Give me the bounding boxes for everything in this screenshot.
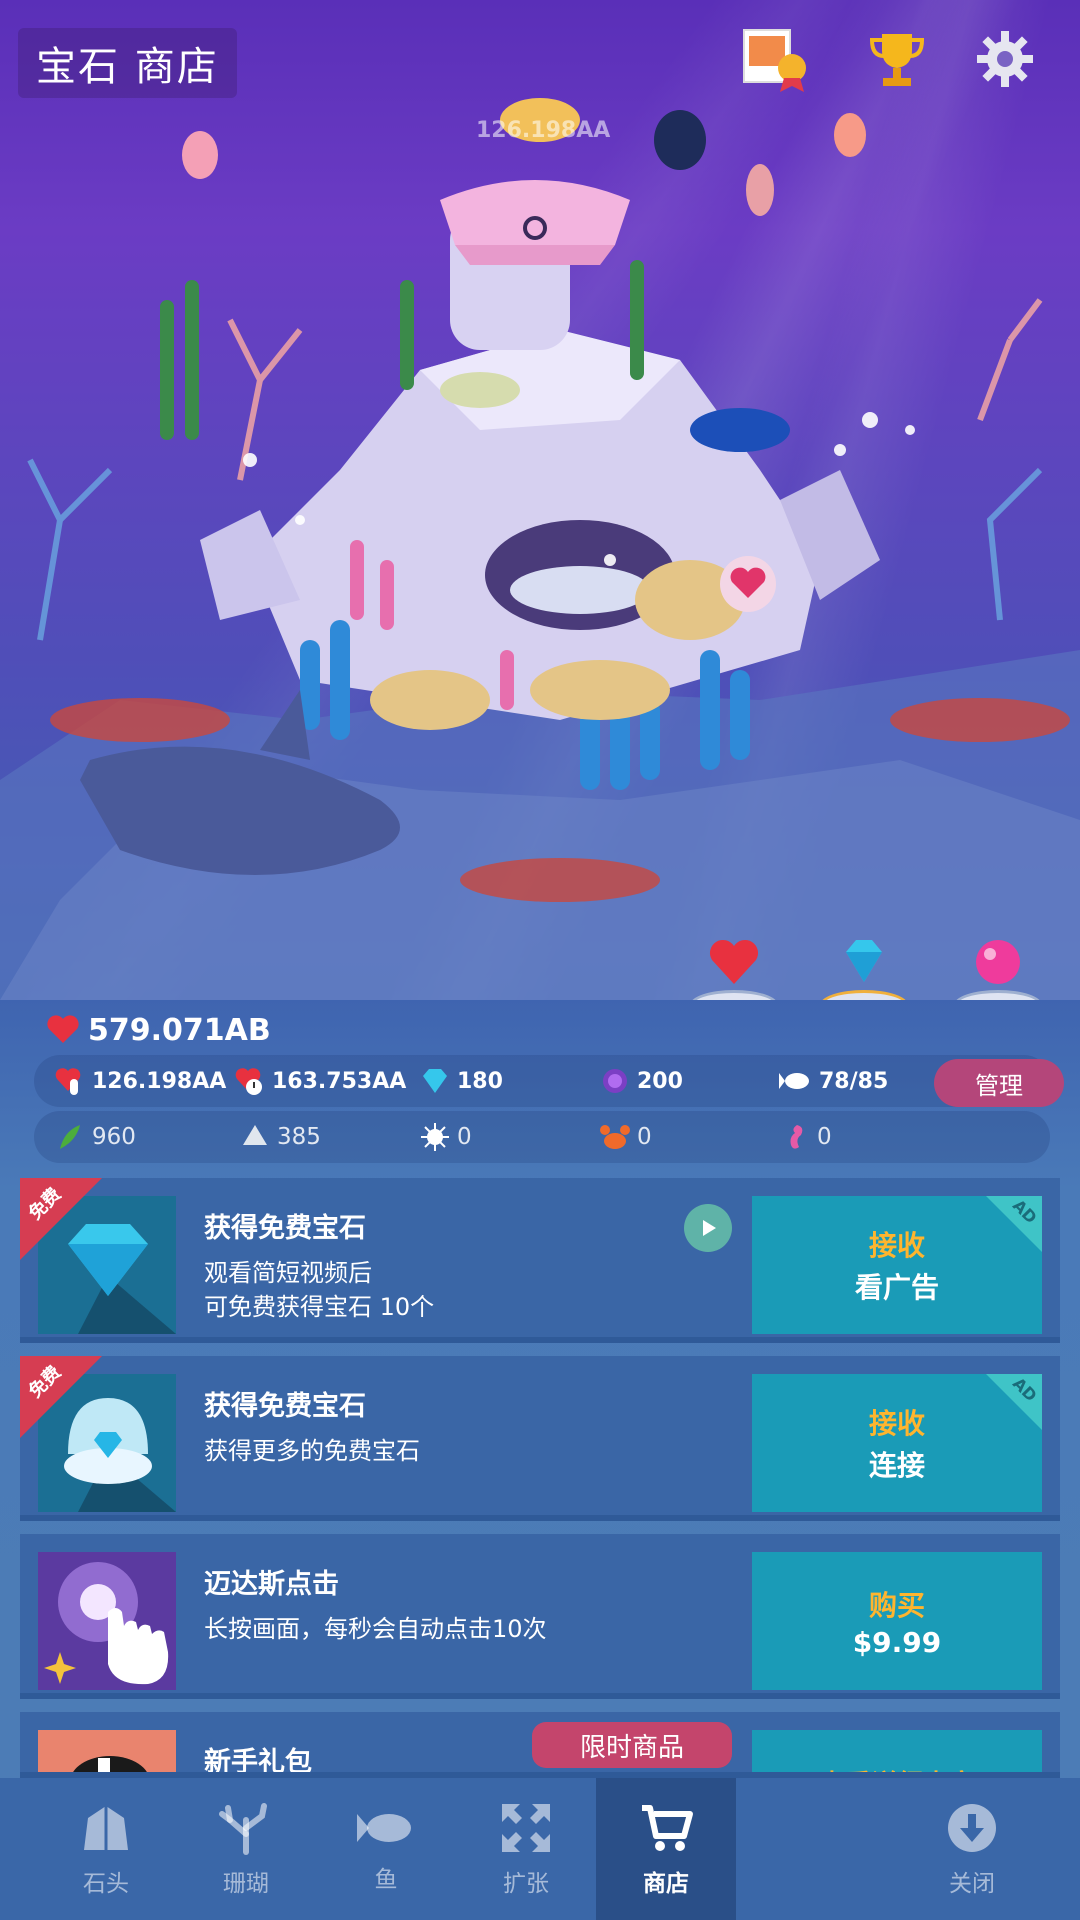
nav-tab-rock[interactable]: 石头 xyxy=(36,1778,176,1920)
page-title: 宝石 商店 xyxy=(18,28,237,98)
urchin-stat: 0 xyxy=(419,1111,472,1163)
heart-icon xyxy=(709,939,759,984)
gem-pedestal-button[interactable] xyxy=(814,930,914,1000)
per-second-stat: 163.753AA xyxy=(234,1055,406,1107)
nav-tab-fish[interactable]: 鱼 xyxy=(316,1778,456,1920)
seaweed-stat: 960 xyxy=(54,1111,136,1163)
seahorse-stat: 0 xyxy=(779,1111,832,1163)
nav-tab-expand[interactable]: 扩张 xyxy=(456,1778,596,1920)
coral-icon xyxy=(219,1803,267,1855)
shop-item-title: 新手礼包 xyxy=(204,1747,312,1778)
shop-item-midas-touch: 迈达斯点击 长按画面，每秒会自动点击10次 购买 $9.99 xyxy=(20,1534,1060,1699)
fish-icon xyxy=(357,1814,411,1842)
shop-item-desc: 长按画面，每秒会自动点击10次 xyxy=(204,1615,547,1643)
urchin-icon xyxy=(421,1123,449,1151)
crab-stat: 0 xyxy=(599,1111,652,1163)
buy-button[interactable]: 购买 $9.99 xyxy=(752,1552,1042,1690)
pearl-count-stat: 200 xyxy=(599,1055,683,1107)
trophy-icon[interactable] xyxy=(862,24,932,94)
manage-button[interactable]: 管理 xyxy=(934,1059,1064,1107)
shell-stat: 385 xyxy=(239,1111,321,1163)
connect-button[interactable]: 接收 连接 AD xyxy=(752,1374,1042,1512)
pearl-pedestal-button[interactable] xyxy=(948,930,1048,1000)
play-icon[interactable] xyxy=(684,1204,732,1252)
nav-tab-coral[interactable]: 珊瑚 xyxy=(176,1778,316,1920)
seahorse-icon xyxy=(790,1125,803,1149)
cart-icon xyxy=(642,1805,693,1851)
shop-item-title: 迈达斯点击 xyxy=(204,1569,339,1600)
gem-icon xyxy=(423,1069,447,1093)
pearl-icon xyxy=(603,1069,627,1093)
reef-illustration xyxy=(0,98,1080,1000)
rock-icon xyxy=(84,1806,128,1850)
shop-item-free-gems-offer: 免费 获得免费宝石 获得更多的免费宝石 接收 连接 AD xyxy=(20,1356,1060,1521)
nav-tab-close[interactable]: 关闭 xyxy=(902,1778,1042,1920)
close-down-icon xyxy=(948,1804,996,1852)
nav-tab-shop[interactable]: 商店 xyxy=(596,1778,736,1920)
heart-pedestal-button[interactable] xyxy=(684,930,784,1000)
fish-count-stat: 78/85 xyxy=(779,1055,888,1107)
free-tag xyxy=(20,1356,102,1438)
shop-item-desc: 获得更多的免费宝石 xyxy=(204,1437,420,1465)
pearl-icon xyxy=(976,940,1020,984)
fish-icon xyxy=(779,1073,809,1089)
gear-icon[interactable] xyxy=(970,24,1040,94)
tap-heart-icon xyxy=(55,1068,81,1095)
bottom-nav: 石头 珊瑚 鱼 扩张 商店 关闭 xyxy=(0,1778,1080,1920)
per-tap-stat: 126.198AA xyxy=(54,1055,226,1107)
gem-icon xyxy=(846,940,882,982)
expand-icon xyxy=(502,1804,550,1852)
timer-heart-icon xyxy=(235,1068,262,1095)
watch-ad-button[interactable]: 接收 看广告 AD xyxy=(752,1196,1042,1334)
seaweed-icon xyxy=(60,1125,80,1149)
floating-income-value: 126.198AA xyxy=(476,118,611,143)
tap-hand-icon xyxy=(44,1562,169,1685)
aquarium-scene[interactable]: 宝石 商店 126.198AA xyxy=(0,0,1080,1000)
gem-count-stat: 180 xyxy=(419,1055,503,1107)
heart-icon xyxy=(47,1015,79,1043)
free-tag xyxy=(20,1178,102,1260)
shop-item-title: 获得免费宝石 xyxy=(204,1213,366,1244)
crab-icon xyxy=(600,1125,630,1149)
shop-item-title: 获得免费宝石 xyxy=(204,1391,366,1422)
shop-item-free-gems-video: 免费 获得免费宝石 观看简短视频后 可免费获得宝石 10个 接收 看广告 AD xyxy=(20,1178,1060,1343)
album-award-icon[interactable] xyxy=(740,24,810,94)
heart-total-value: 579.071AB xyxy=(88,1012,271,1048)
shop-item-desc: 观看简短视频后 可免费获得宝石 10个 xyxy=(204,1259,435,1321)
clownfish-icon xyxy=(73,1756,147,1772)
starter-pack-thumbnail xyxy=(38,1730,176,1772)
midas-thumbnail xyxy=(38,1552,176,1690)
shop-item-starter-pack: 新手礼包 限时商品 查看详细内容 xyxy=(20,1712,1060,1778)
limited-time-badge: 限时商品 xyxy=(532,1722,732,1768)
shell-icon xyxy=(243,1125,267,1145)
view-details-button[interactable]: 查看详细内容 xyxy=(752,1730,1042,1772)
